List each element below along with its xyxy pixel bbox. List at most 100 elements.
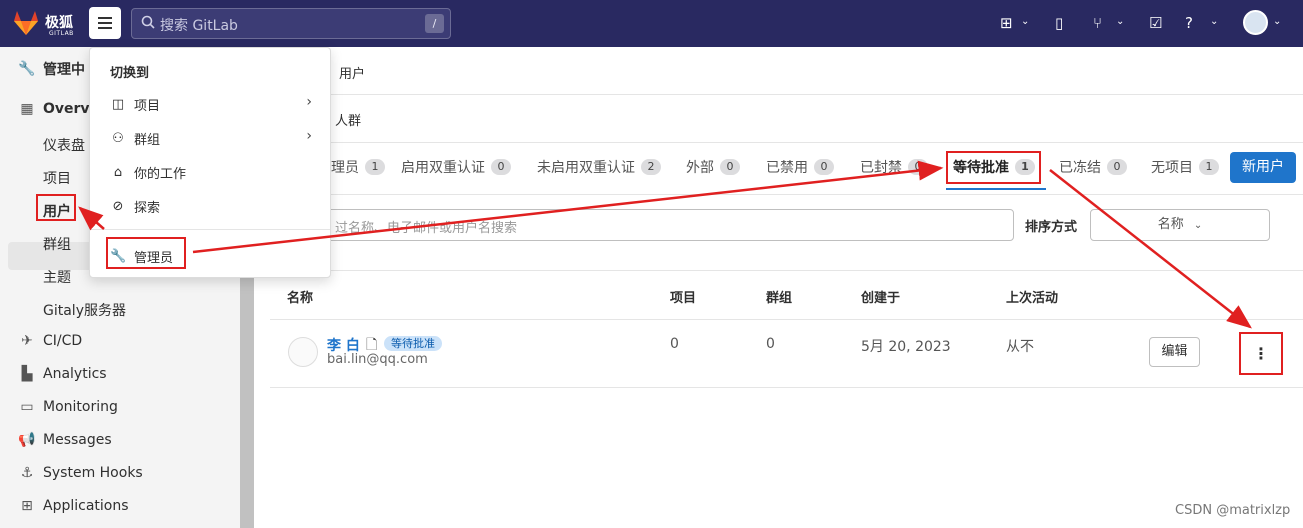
divider <box>270 270 1303 271</box>
status-badge: 等待批准 <box>384 336 442 351</box>
chevron-down-icon[interactable]: ⌄ <box>1021 16 1029 27</box>
menu-divider <box>90 229 330 230</box>
column-header-name: 名称 <box>287 291 314 306</box>
user-projects-count: 0 <box>670 336 679 352</box>
sidebar-subitem-dashboard[interactable]: 仪表盘 <box>43 135 85 155</box>
monitor-icon: ▭ <box>20 399 34 415</box>
search-placeholder: 搜索 GitLab <box>160 18 238 34</box>
briefcase-icon: ⌂ <box>113 165 123 180</box>
top-navbar: 极狐 GITLAB 搜索 GitLab / ⊞ ⌄ ▯ ⑂ ⌄ ☑ ? ⌄ ⌄ <box>0 0 1303 47</box>
menu-item-projects[interactable]: ◫ 项目 <box>110 95 160 114</box>
column-header-projects: 项目 <box>670 291 697 306</box>
menu-item-groups[interactable]: ⚇ 群组 <box>110 129 160 148</box>
chevron-right-icon: › <box>306 128 312 144</box>
sort-dropdown[interactable]: 名称 ⌄ <box>1090 209 1270 241</box>
search-shortcut: / <box>425 14 444 33</box>
menu-header: 切换到 <box>110 66 150 81</box>
chart-icon: ▙ <box>21 366 33 382</box>
menu-item-your-work[interactable]: ⌂ 你的工作 <box>110 163 186 182</box>
hook-icon: ⚓ <box>20 465 34 481</box>
new-user-button[interactable]: 新用户 <box>1230 152 1296 183</box>
sort-label: 排序方式 <box>1025 220 1078 235</box>
main-menu-button[interactable] <box>89 7 121 39</box>
edit-button[interactable]: 编辑 <box>1149 337 1200 367</box>
new-item-icon[interactable]: ⊞ <box>1000 14 1013 32</box>
issues-icon[interactable]: ▯ <box>1055 14 1063 32</box>
sidebar-item-system-hooks[interactable]: ⚓ System Hooks <box>18 461 143 485</box>
sidebar-item-label: Monitoring <box>43 399 118 415</box>
merge-request-icon[interactable]: ⑂ <box>1093 14 1102 32</box>
tab-2fa-enabled[interactable]: 启用双重认证 0 <box>401 157 511 177</box>
sort-value: 名称 <box>1157 217 1184 232</box>
tab-banned[interactable]: 已封禁 0 <box>860 157 928 177</box>
divider <box>270 194 1303 195</box>
tab-disabled[interactable]: 已禁用 0 <box>766 157 834 177</box>
chevron-right-icon: › <box>306 94 312 110</box>
sidebar-item-monitoring[interactable]: ▭ Monitoring <box>18 395 118 419</box>
sidebar-item-applications[interactable]: ⊞ Applications <box>18 494 129 518</box>
breadcrumb[interactable]: 用户 <box>339 63 365 82</box>
tab-count-badge: 2 <box>641 159 661 175</box>
tab-count-badge: 0 <box>814 159 834 175</box>
rocket-icon: ✈ <box>21 333 33 349</box>
sidebar-item-analytics[interactable]: ▙ Analytics <box>18 362 107 386</box>
main-content: 用户 人群 理员 1 启用双重认证 0 未启用双重认证 2 外部 0 已禁用 0 已封禁 0… <box>254 47 1303 528</box>
todo-icon[interactable]: ☑ <box>1149 14 1162 32</box>
column-header-created: 创建于 <box>861 291 901 306</box>
sidebar-subitem-topics[interactable]: 主题 <box>43 267 71 287</box>
gitlab-logo[interactable]: 极狐 GITLAB <box>12 10 87 38</box>
wrench-icon: 🔧 <box>18 61 36 77</box>
search-placeholder: 过名称、电子邮件或用户名搜索 <box>335 221 518 236</box>
logo-subtext: GITLAB <box>49 30 74 37</box>
user-avatar[interactable] <box>288 337 318 367</box>
sidebar-subitem-groups[interactable]: 群组 <box>43 234 71 254</box>
tab-external[interactable]: 外部 0 <box>686 157 740 177</box>
column-header-last-activity: 上次活动 <box>1006 291 1059 306</box>
logo-text: 极狐 <box>45 15 73 31</box>
tab-2fa-disabled[interactable]: 未启用双重认证 2 <box>537 157 661 177</box>
sidebar-subitem-projects[interactable]: 项目 <box>43 168 71 188</box>
column-header-groups: 群组 <box>766 291 793 306</box>
tab-without-projects[interactable]: 无项目 1 <box>1151 157 1219 177</box>
user-groups-count: 0 <box>766 336 775 352</box>
user-last-activity: 从不 <box>1006 339 1034 355</box>
tab-count-badge: 1 <box>1199 159 1219 175</box>
divider <box>270 319 1303 320</box>
sidebar-item-label: Applications <box>43 498 129 514</box>
search-icon <box>141 15 155 29</box>
menu-item-explore[interactable]: ⊘ 探索 <box>110 197 160 216</box>
sidebar-header[interactable]: 🔧 管理中 <box>18 57 85 81</box>
chevron-down-icon[interactable]: ⌄ <box>1210 16 1218 27</box>
sidebar-item-messages[interactable]: 📢 Messages <box>18 428 111 452</box>
page-subtitle: 人群 <box>335 114 362 129</box>
annotation-box-pending-tab <box>946 151 1041 184</box>
tab-admins[interactable]: 理员 1 <box>331 157 385 177</box>
tab-count-badge: 0 <box>491 159 511 175</box>
chevron-down-icon[interactable]: ⌄ <box>1273 16 1281 27</box>
sidebar-item-label: CI/CD <box>43 333 83 349</box>
user-avatar[interactable] <box>1243 10 1268 35</box>
tab-blocked[interactable]: 已冻结 0 <box>1059 157 1127 177</box>
tab-count-badge: 1 <box>365 159 385 175</box>
help-icon[interactable]: ? <box>1185 14 1193 32</box>
annotation-box-users <box>36 194 76 221</box>
sidebar-item-label: Analytics <box>43 366 107 382</box>
sidebar-item-label: System Hooks <box>43 465 143 481</box>
user-created-date: 5月 20, 2023 <box>861 339 951 355</box>
applications-icon: ⊞ <box>21 498 33 514</box>
more-actions-icon[interactable]: ⋮ <box>1239 332 1283 375</box>
sidebar-subitem-gitaly[interactable]: Gitaly服务器 <box>43 300 126 320</box>
tab-count-badge: 0 <box>908 159 928 175</box>
group-icon: ⚇ <box>112 131 124 146</box>
chevron-down-icon[interactable]: ⌄ <box>1116 16 1124 27</box>
project-icon: ◫ <box>111 97 125 112</box>
sidebar-item-cicd[interactable]: ✈ CI/CD <box>18 329 82 353</box>
chevron-down-icon: ⌄ <box>1193 220 1203 231</box>
divider <box>270 94 1303 95</box>
search-input[interactable]: 搜索 GitLab / <box>131 8 451 39</box>
user-search-input[interactable]: 过名称、电子邮件或用户名搜索 <box>324 209 1014 241</box>
active-tab-underline <box>946 188 1046 190</box>
annotation-box-admin <box>106 237 186 269</box>
divider <box>270 387 1303 388</box>
user-email: bai.lin@qq.com <box>327 352 428 367</box>
